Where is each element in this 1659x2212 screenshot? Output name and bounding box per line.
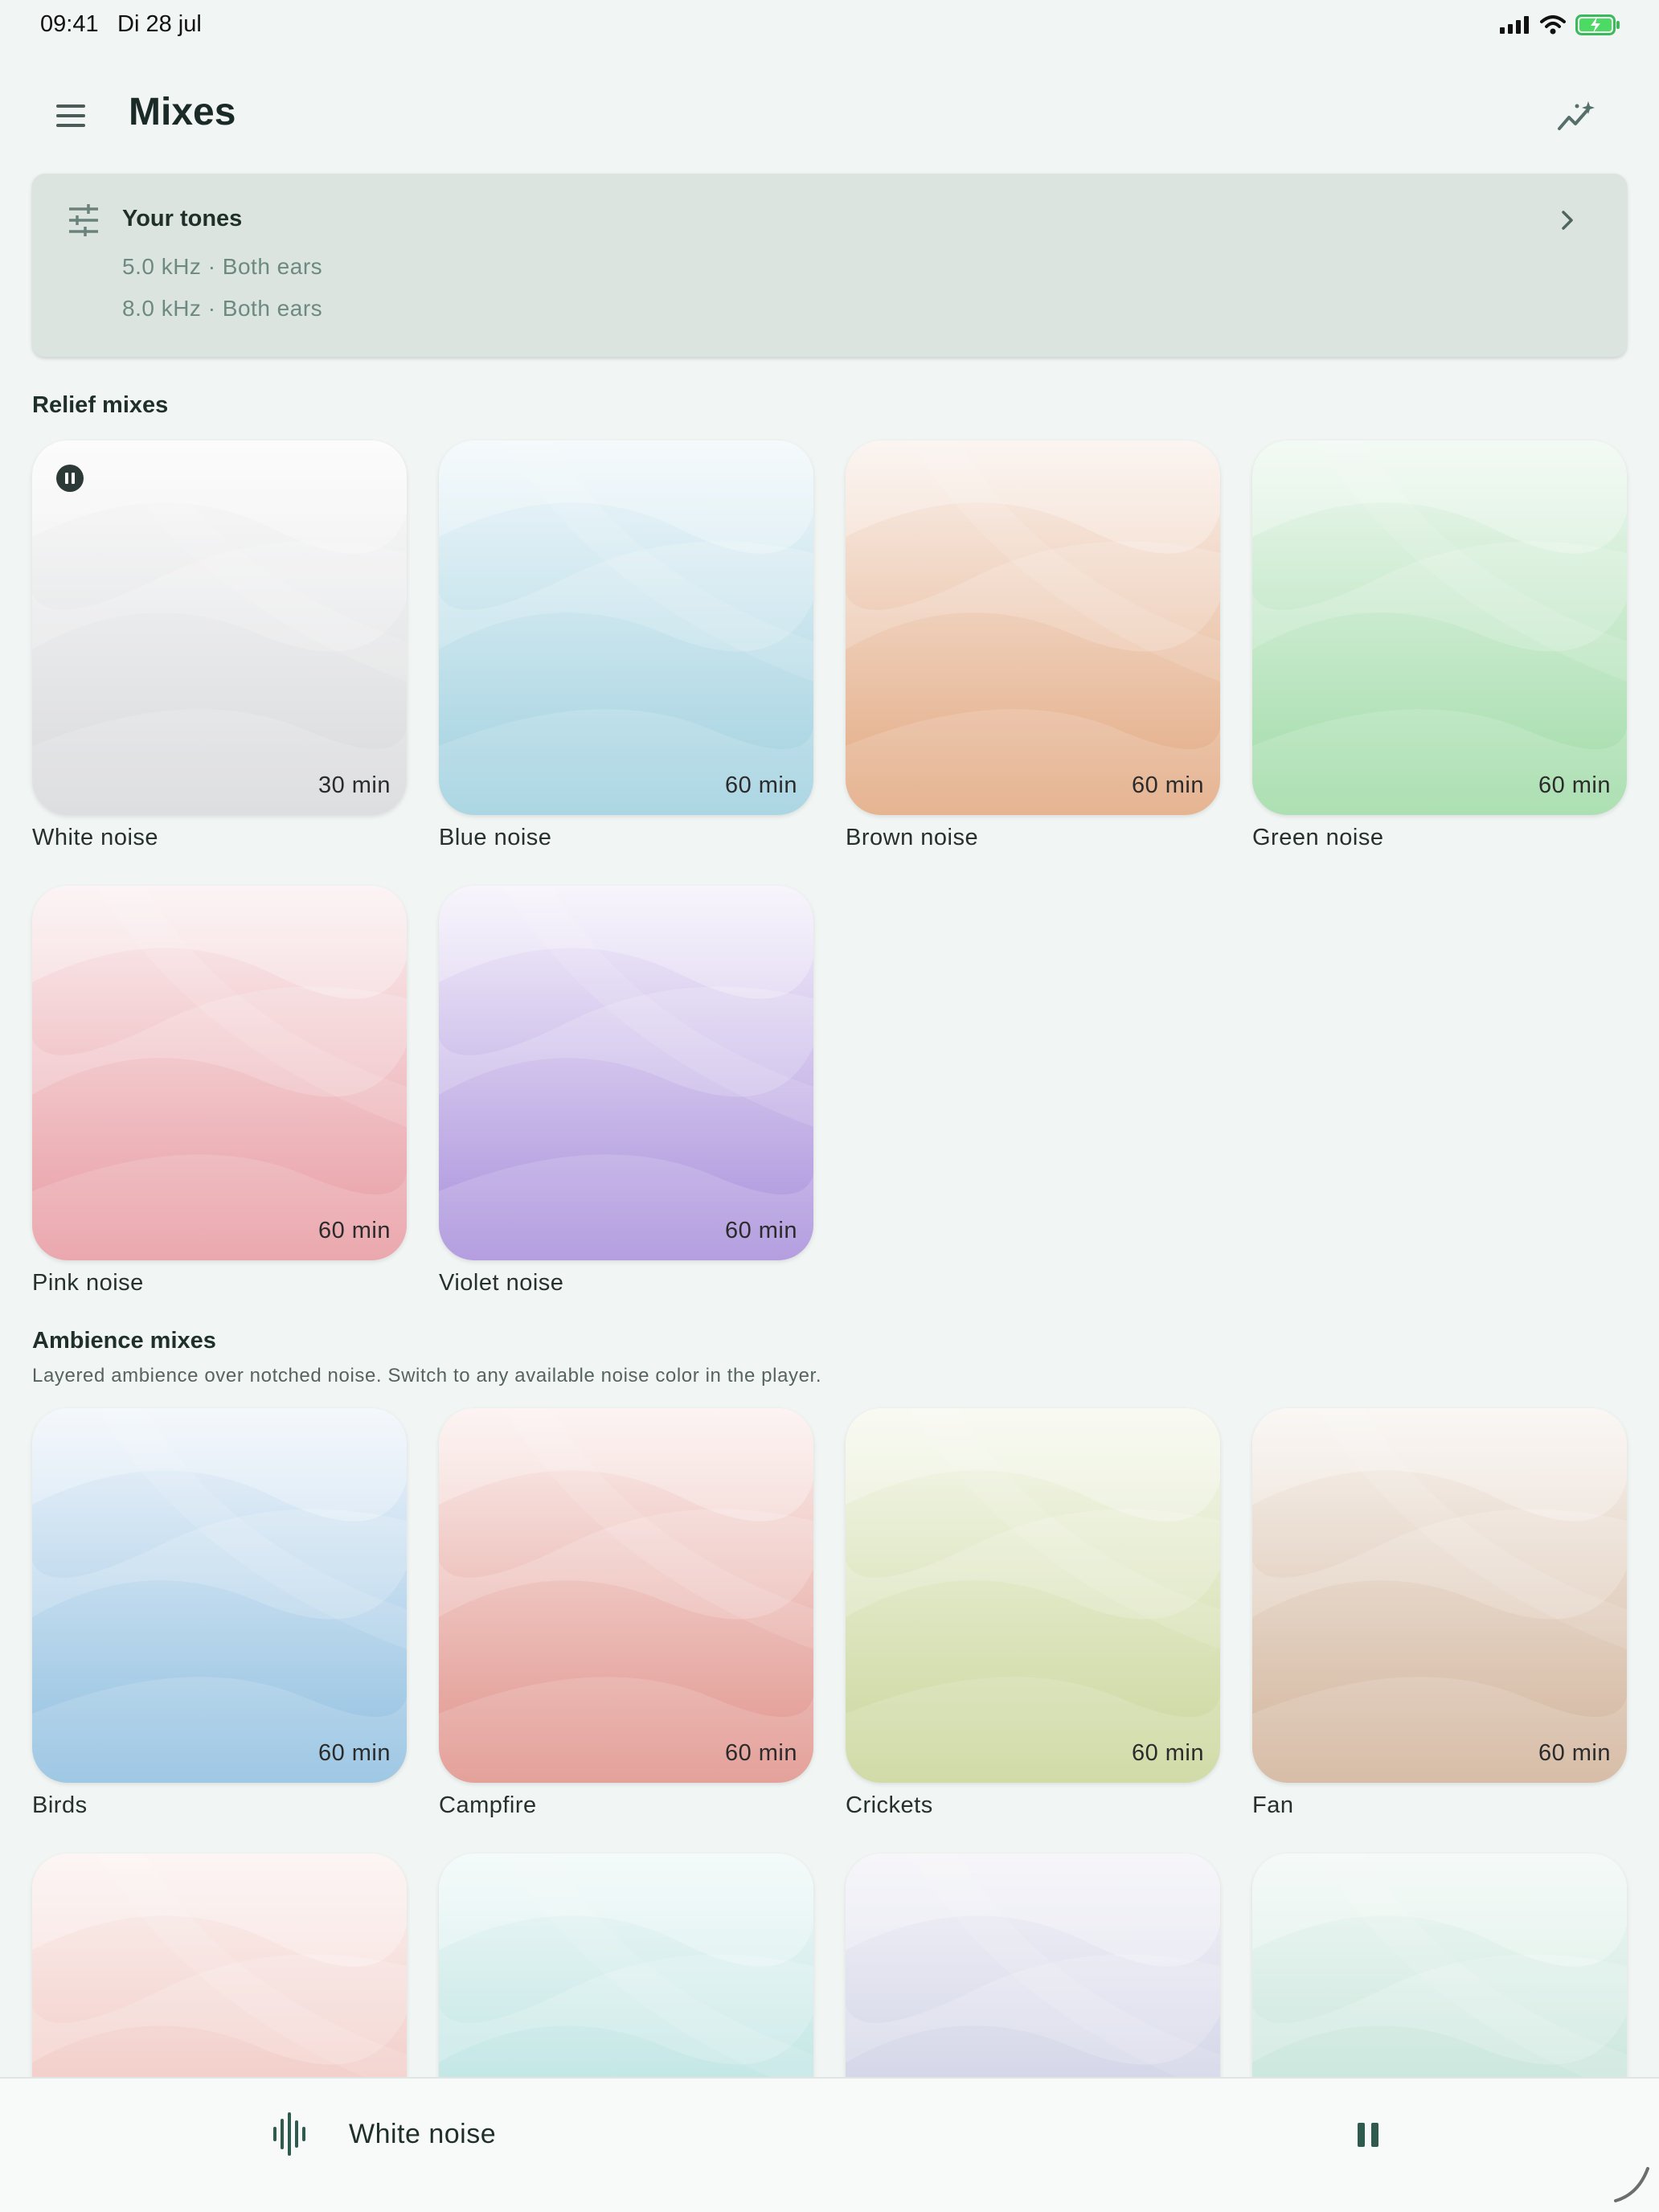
mix-tile-campfire[interactable]: 60 min: [439, 1408, 813, 1783]
mix-tile-fan[interactable]: 60 min: [1252, 1408, 1627, 1783]
wave-background: [846, 1408, 1220, 1783]
mix-tile-crickets[interactable]: 60 min: [846, 1408, 1220, 1783]
tile-duration: 60 min: [1538, 1740, 1611, 1766]
tune-sliders-icon: [69, 204, 98, 236]
tile-duration: 60 min: [1538, 772, 1611, 798]
status-bar: 09:41 Di 28 jul: [0, 0, 1659, 51]
relief-mixes-heading: Relief mixes: [32, 392, 169, 418]
mix-tile-blue-noise[interactable]: 60 min: [439, 440, 813, 815]
mix-label-campfire[interactable]: Campfire: [439, 1792, 537, 1819]
insights-button[interactable]: [1553, 95, 1598, 140]
status-icons: [1500, 13, 1620, 37]
tile-duration: 60 min: [1131, 1740, 1204, 1766]
pause-icon[interactable]: [56, 465, 84, 492]
chevron-right-icon: [1562, 211, 1573, 230]
wave-background: [32, 886, 407, 1260]
menu-button[interactable]: [48, 95, 93, 137]
mix-label-brown-noise[interactable]: Brown noise: [846, 825, 978, 851]
mix-tile-pink-noise[interactable]: 60 min: [32, 886, 407, 1260]
mix-label-pink-noise[interactable]: Pink noise: [32, 1270, 144, 1296]
now-playing-bar[interactable]: White noise: [0, 2077, 1659, 2212]
your-tones-title: Your tones: [122, 206, 243, 231]
tile-duration: 60 min: [724, 1740, 797, 1766]
waveform-icon: [273, 2112, 305, 2156]
wave-background: [439, 886, 813, 1260]
status-time: 09:41: [40, 11, 99, 37]
pause-icon: [1358, 2123, 1365, 2147]
tile-duration: 60 min: [317, 1740, 391, 1766]
tone-line: 5.0 kHz · Both ears: [122, 254, 323, 279]
cellular-signal-icon: [1500, 16, 1529, 34]
tone-line: 8.0 kHz · Both ears: [122, 296, 323, 321]
battery-charging-icon: [1575, 14, 1620, 35]
mix-tile-brown-noise[interactable]: 60 min: [846, 440, 1220, 815]
mix-tile-white-noise[interactable]: 30 min: [32, 440, 407, 815]
mix-tile-green-noise[interactable]: 60 min: [1252, 440, 1627, 815]
mix-label-fan[interactable]: Fan: [1252, 1792, 1293, 1819]
wave-background: [32, 1408, 407, 1783]
wave-background: [439, 440, 813, 815]
ambience-mixes-heading: Ambience mixes: [32, 1328, 216, 1354]
tile-duration: 30 min: [317, 772, 391, 798]
mix-label-blue-noise[interactable]: Blue noise: [439, 825, 551, 851]
mix-label-white-noise[interactable]: White noise: [32, 825, 158, 851]
ambience-mixes-subtitle: Layered ambience over notched noise. Swi…: [32, 1365, 822, 1387]
wave-background: [32, 440, 407, 815]
wave-background: [1252, 1408, 1627, 1783]
mix-label-birds[interactable]: Birds: [32, 1792, 88, 1819]
tile-duration: 60 min: [317, 1218, 391, 1243]
hamburger-menu-icon: [56, 104, 85, 108]
trending-sparkle-icon: [1558, 101, 1595, 130]
wave-background: [439, 1408, 813, 1783]
wifi-icon: [1540, 15, 1566, 35]
mix-label-green-noise[interactable]: Green noise: [1252, 825, 1384, 851]
tile-duration: 60 min: [1131, 772, 1204, 798]
tile-duration: 60 min: [724, 772, 797, 798]
your-tones-card[interactable]: Your tones 5.0 kHz · Both ears 8.0 kHz ·…: [32, 174, 1627, 357]
wave-background: [846, 440, 1220, 815]
player-pause-button[interactable]: [1352, 2119, 1384, 2151]
status-date: Di 28 jul: [117, 11, 202, 37]
now-playing-title: White noise: [349, 2119, 497, 2149]
tile-duration: 60 min: [724, 1218, 797, 1243]
mix-tile-birds[interactable]: 60 min: [32, 1408, 407, 1783]
mix-label-crickets[interactable]: Crickets: [846, 1792, 933, 1819]
mix-label-violet-noise[interactable]: Violet noise: [439, 1270, 563, 1296]
wave-background: [1252, 440, 1627, 815]
page-title: Mixes: [129, 91, 236, 133]
mix-tile-violet-noise[interactable]: 60 min: [439, 886, 813, 1260]
resize-handle-icon[interactable]: [1611, 2164, 1653, 2206]
